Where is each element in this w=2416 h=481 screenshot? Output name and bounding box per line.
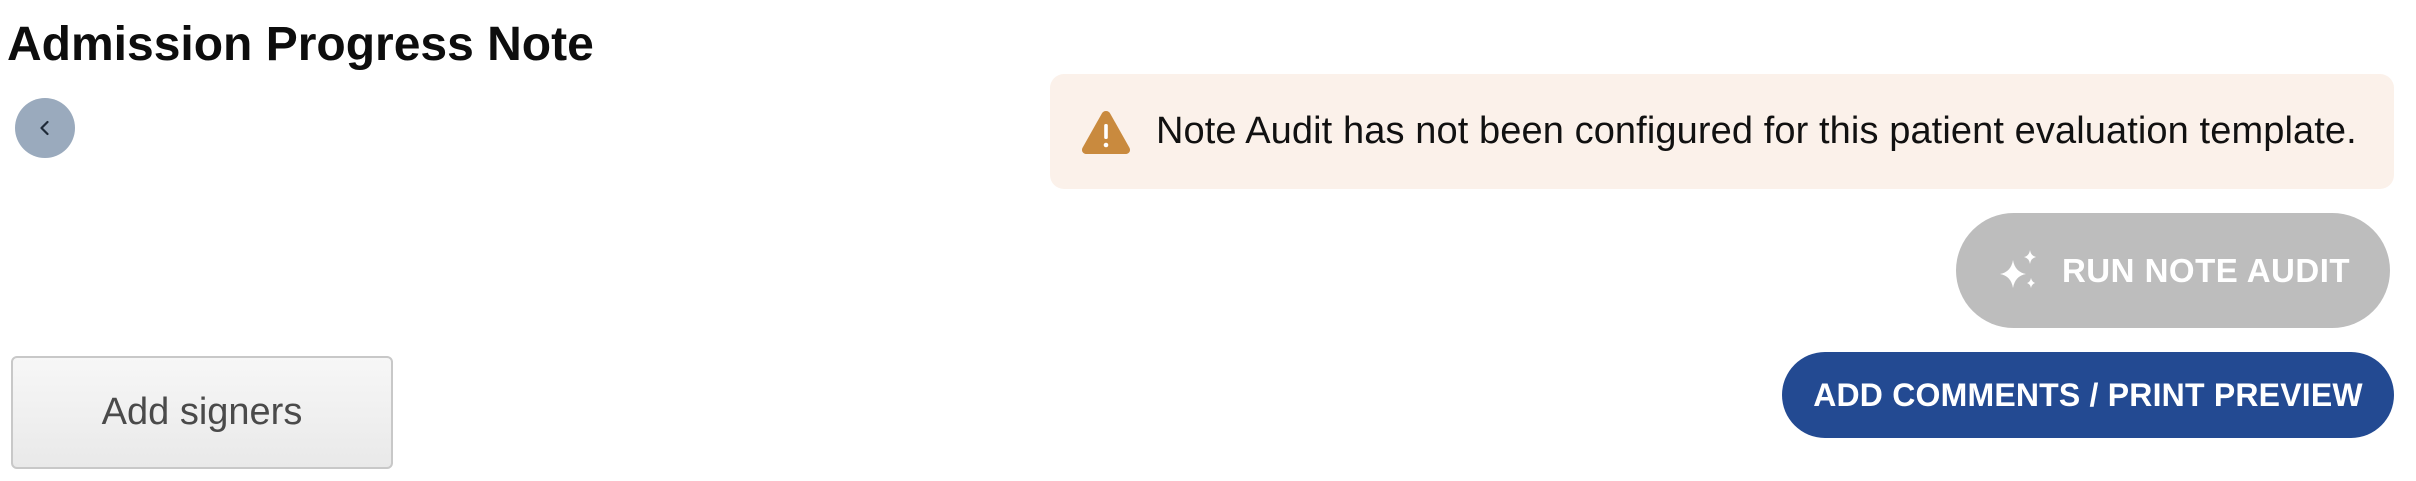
- chevron-left-icon: [35, 118, 55, 138]
- add-signers-button[interactable]: Add signers: [11, 356, 393, 469]
- add-comments-print-preview-button[interactable]: ADD COMMENTS / PRINT PREVIEW: [1782, 352, 2394, 438]
- add-signers-label: Add signers: [101, 391, 303, 433]
- run-note-audit-label: RUN NOTE AUDIT: [2061, 251, 2351, 289]
- add-comments-print-preview-label: ADD COMMENTS / PRINT PREVIEW: [1813, 376, 2363, 413]
- run-note-audit-button[interactable]: RUN NOTE AUDIT: [1956, 213, 2390, 328]
- admission-progress-note-page: Admission Progress Note Note Audit has n…: [0, 0, 2416, 481]
- page-title: Admission Progress Note: [7, 18, 594, 71]
- note-audit-warning-alert: Note Audit has not been configured for t…: [1050, 74, 2394, 189]
- alert-message: Note Audit has not been configured for t…: [1156, 110, 2357, 152]
- back-button[interactable]: [15, 98, 75, 158]
- warning-triangle-icon: [1082, 110, 1130, 154]
- sparkle-icon: [1999, 249, 2036, 288]
